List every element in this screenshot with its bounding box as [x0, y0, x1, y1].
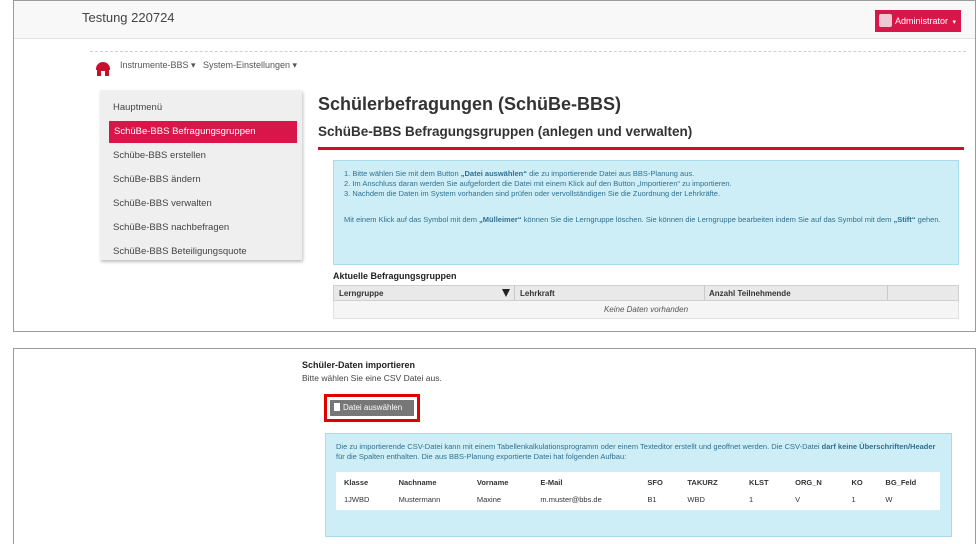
filter-icon[interactable] [502, 289, 510, 297]
csv-col-ko: KO [851, 478, 863, 487]
upload-highlight: Datei auswählen [324, 394, 420, 422]
info-box: 1. Bitte wählen Sie mit dem Button „Date… [333, 160, 959, 265]
table-cell: 1 [851, 495, 856, 504]
csv-col-sfo: SFO [647, 478, 663, 487]
csv-format-table: Klasse Nachname Vorname E-Mail SFO TAKUR… [336, 472, 940, 510]
main-window: Testung 220724 Administrator ▾ Instrumen… [13, 0, 976, 332]
csv-col-vorname: Vorname [476, 478, 509, 487]
info-line-1: 1. Bitte wählen Sie mit dem Button „Date… [344, 169, 695, 178]
home-icon[interactable] [96, 62, 110, 76]
csv-col-email: E-Mail [540, 478, 563, 487]
sidebar-item-beteiligungsquote[interactable]: SchüBe-BBS Beteiligungsquote [100, 241, 302, 263]
info-line-3: 3. Nachdem die Daten im System vorhanden… [344, 189, 721, 198]
csv-header-row: Klasse Nachname Vorname E-Mail SFO TAKUR… [336, 472, 940, 492]
sidebar-item-befragungsgruppen[interactable]: SchüBe-BBS Befragungsgruppen [109, 121, 297, 143]
groups-table-header: Lerngruppe Lehrkraft Anzahl Teilnehmende [333, 285, 959, 301]
sidebar: Hauptmenü SchüBe-BBS Befragungsgruppen S… [100, 90, 302, 260]
main-content: Schülerbefragungen (SchüBe-BBS) SchüBe-B… [318, 90, 964, 319]
table-cell: B1 [647, 495, 657, 504]
main-nav: Instrumente-BBS ▾ System-Einstellungen ▾ [90, 51, 966, 79]
table-cell: m.muster@bbs.de [540, 495, 602, 504]
table-cell: W [885, 495, 893, 504]
csv-col-takurz: TAKURZ [687, 478, 718, 487]
page-title: Schülerbefragungen (SchüBe-BBS) [318, 94, 622, 114]
csv-col-klasse: Klasse [344, 478, 369, 487]
info-paragraph: Mit einem Klick auf das Symbol mit dem „… [344, 215, 941, 224]
csv-info-text: Die zu importierende CSV-Datei kann mit … [336, 442, 936, 461]
column-lehrkraft[interactable]: Lehrkraft [520, 289, 555, 298]
user-menu-button[interactable]: Administrator ▾ [875, 10, 961, 32]
csv-col-org-n: ORG_N [795, 478, 822, 487]
column-anzahl-teilnehmende[interactable]: Anzahl Teilnehmende [709, 289, 791, 298]
csv-col-klst: KLST [749, 478, 769, 487]
table-cell: 1JWBD [344, 495, 370, 504]
csv-info-box: Die zu importierende CSV-Datei kann mit … [325, 433, 952, 537]
file-icon [334, 403, 340, 411]
nav-instrumente[interactable]: Instrumente-BBS ▾ [120, 60, 196, 71]
sidebar-item-erstellen[interactable]: Schübe-BBS erstellen [100, 145, 302, 167]
app-title: Testung 220724 [82, 10, 175, 25]
user-avatar-icon [879, 14, 892, 27]
table-cell: Mustermann [398, 495, 441, 504]
info-line-2: 2. Im Anschluss daran werden Sie aufgefo… [344, 179, 732, 188]
table-cell: Maxine [476, 495, 502, 504]
sidebar-item-hauptmenu[interactable]: Hauptmenü [100, 97, 302, 119]
choose-file-button[interactable]: Datei auswählen [330, 400, 414, 416]
page-subtitle: SchüBe-BBS Befragungsgruppen (anlegen un… [318, 124, 693, 139]
sidebar-item-verwalten[interactable]: SchüBe-BBS verwalten [100, 193, 302, 215]
import-subtitle: Bitte wählen Sie eine CSV Datei aus. [302, 373, 442, 383]
import-panel: Schüler-Daten importieren Bitte wählen S… [13, 348, 976, 544]
csv-col-nachname: Nachname [398, 478, 437, 487]
user-menu-label: Administrator [895, 16, 949, 26]
table-cell: V [795, 495, 801, 504]
nav-system-einstellungen[interactable]: System-Einstellungen ▾ [203, 60, 297, 71]
table-row: 1JWBD Mustermann Maxine m.muster@bbs.de … [336, 492, 940, 510]
table-cell: 1 [749, 495, 754, 504]
table-cell: WBD [687, 495, 705, 504]
title-divider [318, 147, 964, 150]
column-lerngruppe[interactable]: Lerngruppe [339, 289, 383, 298]
csv-col-bg-feld: BG_Feld [885, 478, 917, 487]
groups-title: Aktuelle Befragungsgruppen [333, 271, 457, 281]
caret-down-icon: ▾ [952, 19, 957, 26]
groups-empty-message: Keine Daten vorhanden [333, 301, 959, 319]
sidebar-item-aendern[interactable]: SchüBe-BBS ändern [100, 169, 302, 191]
sidebar-item-nachbefragen[interactable]: SchüBe-BBS nachbefragen [100, 217, 302, 239]
import-title: Schüler-Daten importieren [302, 360, 416, 370]
top-bar: Testung 220724 Administrator ▾ [14, 1, 975, 39]
